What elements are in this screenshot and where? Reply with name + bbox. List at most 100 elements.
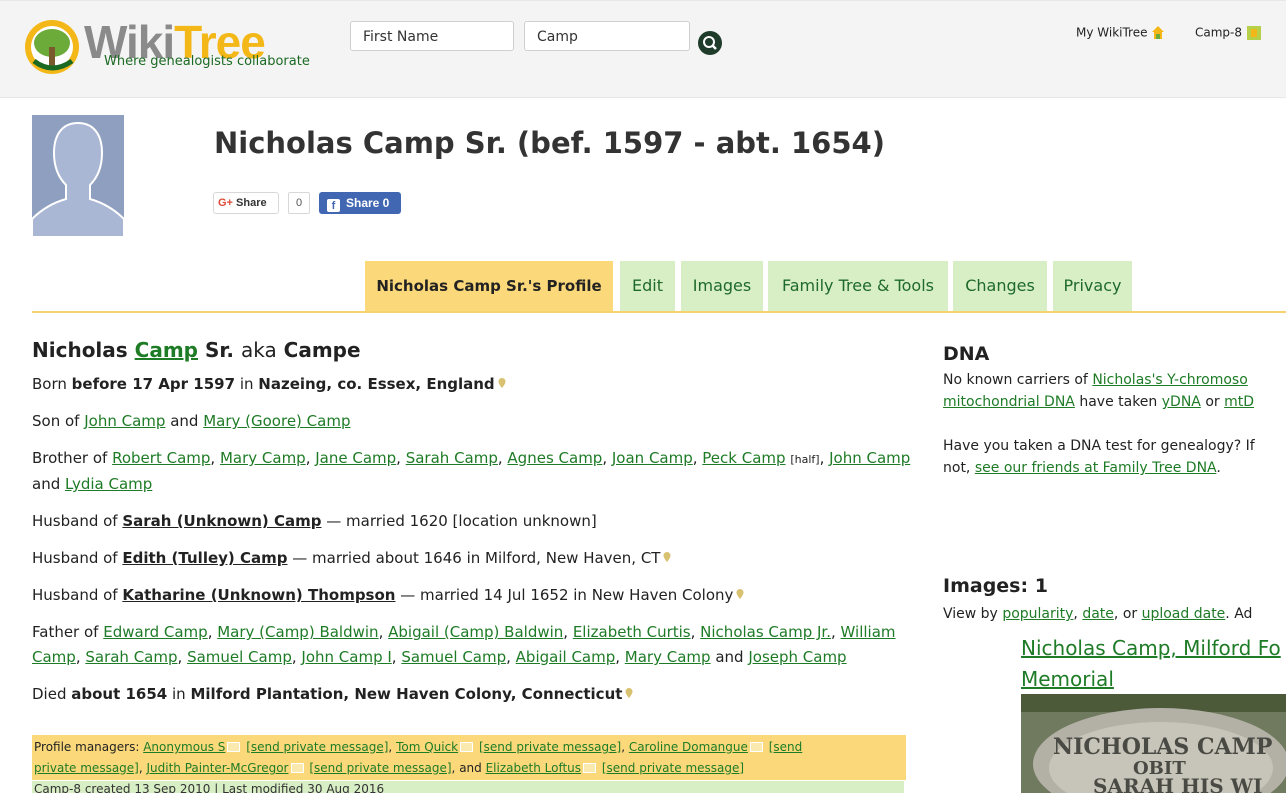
siblings-fact: Brother of Robert Camp, Mary Camp, Jane … (32, 449, 911, 493)
avatar (31, 115, 125, 238)
death-fact: Died about 1654 in Milford Plantation, N… (32, 682, 912, 707)
map-pin-icon[interactable] (736, 589, 744, 599)
image-caption-line[interactable]: Nicholas Camp, Milford Fo (1021, 636, 1281, 660)
tab-family-tree-tools[interactable]: Family Tree & Tools (768, 261, 948, 311)
y-chromosome-link[interactable]: Nicholas's Y-chromoso (1092, 372, 1247, 388)
send-private-message-link[interactable]: private message] (34, 761, 139, 775)
images-view-by: View by popularity, date, or upload date… (943, 606, 1253, 622)
child-link[interactable]: Mary (Camp) Baldwin (217, 623, 378, 641)
envelope-icon[interactable] (749, 742, 763, 752)
manager-link[interactable]: Tom Quick (396, 740, 458, 754)
search-button[interactable] (698, 31, 722, 55)
surname-link[interactable]: Camp (135, 338, 198, 362)
child-link[interactable]: Nicholas Camp Jr. (700, 623, 831, 641)
send-private-message-link[interactable]: [send private message] (246, 740, 388, 754)
half-sibling-tag: [half] (790, 453, 820, 466)
map-pin-icon[interactable] (663, 552, 671, 562)
child-link[interactable]: Abigail Camp (516, 648, 616, 666)
send-private-message-link[interactable]: [send private message] (309, 761, 451, 775)
envelope-icon[interactable] (583, 763, 597, 773)
child-link[interactable]: Elizabeth Curtis (573, 623, 691, 641)
send-private-message-link[interactable]: [send (769, 740, 803, 754)
nav-user-label: Camp-8 (1195, 25, 1243, 40)
sibling-link[interactable]: Lydia Camp (65, 475, 152, 493)
send-private-message-link[interactable]: [send private message] (479, 740, 621, 754)
sort-popularity-link[interactable]: popularity (1002, 606, 1073, 622)
tab-images[interactable]: Images (681, 261, 763, 311)
envelope-icon[interactable] (460, 742, 474, 752)
image-caption-link[interactable]: Nicholas Camp, Milford Fo Memorial (1021, 633, 1281, 695)
nav-my-wikitree-label: My WikiTree (1076, 25, 1148, 40)
google-share-button[interactable]: G+ Share (213, 192, 279, 214)
dna-text: . (1216, 460, 1221, 476)
spouse-link[interactable]: Katharine (Unknown) Thompson (122, 586, 395, 604)
image-caption-line[interactable]: Memorial (1021, 667, 1114, 691)
envelope-icon[interactable] (227, 742, 241, 752)
manager-link[interactable]: Caroline Domangue (629, 740, 748, 754)
profile-main: Nicholas Camp Sr. aka Campe Born before … (32, 338, 912, 719)
brother-of-label: Brother of (32, 449, 108, 467)
sibling-link[interactable]: Agnes Camp (507, 449, 602, 467)
child-link[interactable]: Abigail (Camp) Baldwin (388, 623, 563, 641)
facebook-share-button[interactable]: f Share 0 (319, 192, 401, 214)
in-label: in (239, 375, 254, 393)
dna-tests-line: mitochondrial DNA have taken yDNA or mtD (943, 391, 1255, 413)
tab-privacy[interactable]: Privacy (1053, 261, 1132, 311)
birth-date: before 17 Apr 1597 (71, 375, 236, 393)
tab-profile[interactable]: Nicholas Camp Sr.'s Profile (365, 261, 613, 311)
spouse-link[interactable]: Edith (Tulley) Camp (122, 549, 287, 567)
dna-text: not, (943, 460, 971, 476)
manager-link[interactable]: Anonymous S (143, 740, 225, 754)
mtdna-link[interactable]: mtD (1224, 394, 1254, 410)
send-private-message-link[interactable]: [send private message] (602, 761, 744, 775)
and-label: and (715, 648, 744, 666)
profile-managers-box: Profile managers: Anonymous S [send priv… (32, 735, 906, 780)
sort-date-link[interactable]: date (1082, 606, 1114, 622)
map-pin-icon[interactable] (625, 688, 633, 698)
sibling-link[interactable]: Joan Camp (612, 449, 693, 467)
map-pin-icon[interactable] (498, 378, 506, 388)
sibling-link[interactable]: Robert Camp (112, 449, 210, 467)
sibling-link[interactable]: Sarah Camp (406, 449, 498, 467)
mother-link[interactable]: Mary (Goore) Camp (203, 412, 350, 430)
last-name-input[interactable]: Camp (524, 21, 690, 51)
family-tree-dna-link[interactable]: see our friends at Family Tree DNA (975, 460, 1217, 476)
manager-link[interactable]: Judith Painter-McGregor (147, 761, 289, 775)
child-link[interactable]: John Camp I (301, 648, 391, 666)
child-link[interactable]: Joseph Camp (748, 648, 846, 666)
google-plus-icon: G+ (218, 197, 233, 209)
birth-place: Nazeing, co. Essex, England (258, 375, 495, 393)
father-link[interactable]: John Camp (84, 412, 165, 430)
dna-text: No known carriers of (943, 372, 1088, 388)
spouse-link[interactable]: Sarah (Unknown) Camp (122, 512, 321, 530)
sibling-link[interactable]: John Camp (829, 449, 910, 467)
sibling-link[interactable]: Mary Camp (220, 449, 306, 467)
ydna-link[interactable]: yDNA (1162, 394, 1201, 410)
page-title: Nicholas Camp Sr. (bef. 1597 - abt. 1654… (214, 126, 885, 160)
child-link[interactable]: Sarah Camp (85, 648, 177, 666)
child-link[interactable]: Edward Camp (103, 623, 207, 641)
sort-upload-date-link[interactable]: upload date (1142, 606, 1226, 622)
tab-changes[interactable]: Changes (953, 261, 1047, 311)
facebook-icon: f (327, 199, 340, 212)
child-link[interactable]: Samuel Camp (187, 648, 292, 666)
envelope-icon[interactable] (290, 763, 304, 773)
nav-user-menu[interactable]: Camp-8 (1195, 25, 1262, 41)
search-icon (703, 36, 717, 50)
memorial-stone-image[interactable]: NICHOLAS CAMP OBIT SARAH HIS WI (1021, 694, 1286, 793)
dna-friends-line: not, see our friends at Family Tree DNA. (943, 457, 1255, 479)
and-label: and (459, 761, 482, 775)
child-link[interactable]: Mary Camp (625, 648, 711, 666)
first-name-input[interactable]: First Name (350, 21, 514, 51)
died-label: Died (32, 685, 67, 703)
sibling-link[interactable]: Peck Camp (702, 449, 785, 467)
child-link[interactable]: Samuel Camp (401, 648, 506, 666)
son-of-label: Son of (32, 412, 80, 430)
death-date: about 1654 (71, 685, 168, 703)
mitochondrial-dna-link[interactable]: mitochondrial DNA (943, 394, 1075, 410)
manager-link[interactable]: Elizabeth Loftus (486, 761, 581, 775)
tab-edit[interactable]: Edit (620, 261, 675, 311)
wikitree-logo[interactable]: WikiTree Where genealogists collaborate (22, 15, 332, 75)
sibling-link[interactable]: Jane Camp (315, 449, 396, 467)
nav-my-wikitree[interactable]: My WikiTree (1076, 25, 1165, 41)
